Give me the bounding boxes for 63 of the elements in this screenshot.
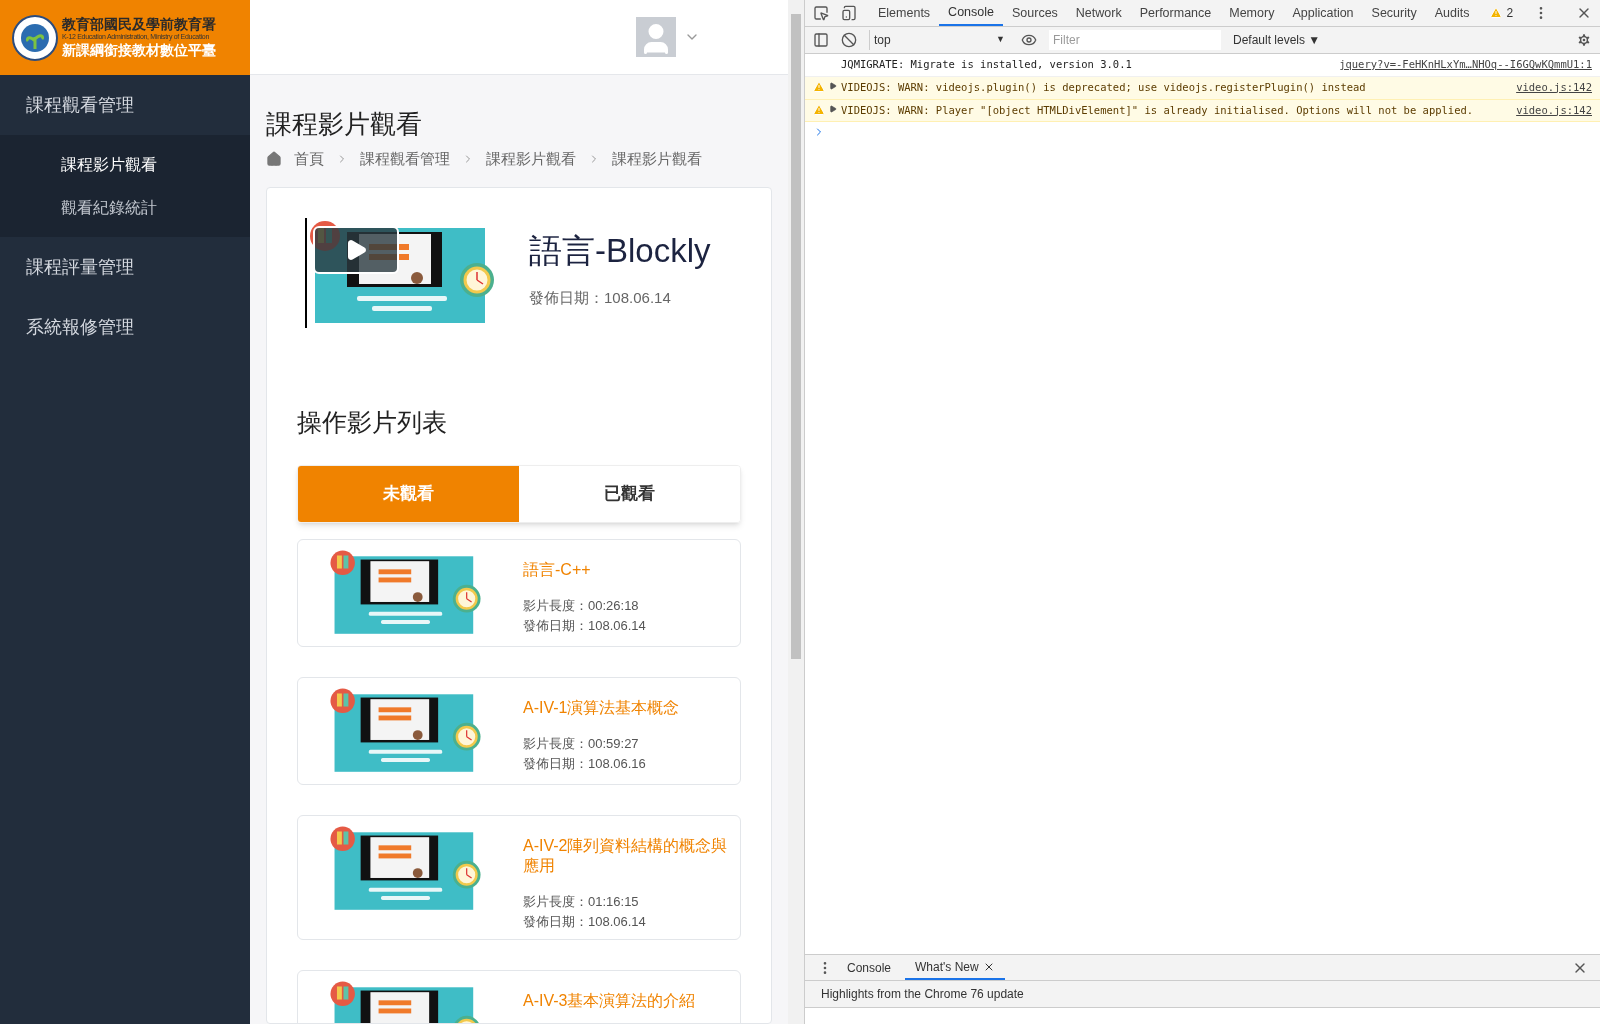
source-link[interactable]: video.js:142 (1516, 102, 1592, 119)
warning-icon (813, 80, 825, 93)
devtools-tab[interactable]: Network (1066, 0, 1131, 26)
video-title: 語言-Blockly (529, 230, 711, 271)
emblem-icon (12, 14, 58, 61)
devtools-tab[interactable]: Audits (1425, 0, 1479, 26)
device-icon[interactable] (841, 5, 857, 21)
settings-icon[interactable] (1576, 32, 1592, 48)
breadcrumb-link[interactable]: 課程影片觀看 (612, 148, 702, 171)
breadcrumb-link[interactable]: 首頁 (294, 148, 324, 171)
video-title: 語言-C++ (523, 560, 592, 580)
publish-date: 發佈日期：108.06.14 (523, 616, 646, 635)
video-item[interactable]: A-IV-1演算法基本概念 影片長度：00:59:27 發佈日期：108.06.16 (297, 677, 741, 785)
warning-count[interactable]: 2 (1506, 4, 1514, 22)
devtools-tab[interactable]: Memory (1220, 0, 1284, 26)
clear-icon[interactable] (841, 32, 857, 48)
scrollbar[interactable] (788, 0, 804, 1024)
inspect-icon[interactable] (813, 5, 829, 21)
sidebar-item[interactable]: 課程觀看管理 (0, 75, 250, 135)
devtools-tab[interactable]: Elements (869, 0, 940, 26)
source-link[interactable]: jquery?v=-FeHKnHLxYm…NHOq--I6GQwKQmmU1:1 (1339, 57, 1592, 73)
video-duration: 影片長度：01:16:15 (523, 893, 640, 911)
expand-icon[interactable] (829, 104, 837, 113)
publish-date: 發佈日期：108.06.16 (523, 754, 647, 773)
message-text: VIDEOJS: WARN: Player "[object HTMLDivElement]" is already initialised. Options will not be applied. (841, 102, 1475, 118)
filter-field[interactable]: Filter (1049, 30, 1221, 50)
sidebar-toggle-icon[interactable] (813, 32, 829, 48)
eye-icon[interactable] (1021, 32, 1037, 48)
tab[interactable]: 已觀看 (519, 466, 740, 522)
caret-icon: ▼ (996, 33, 1005, 47)
devtools-tab[interactable]: Application (1283, 0, 1363, 26)
context-select[interactable]: top ▼ (869, 30, 1009, 50)
sidebar-subitem[interactable]: 課程影片觀看 (0, 143, 250, 186)
message-text: VIDEOJS: WARN: videojs.plugin() is deprecated; use videojs.registerPlugin() instead (841, 79, 1367, 95)
devtools-tab[interactable]: Security (1362, 0, 1426, 26)
play-button[interactable] (313, 225, 399, 274)
source-link[interactable]: video.js:142 (1516, 79, 1592, 96)
warning-icon (813, 103, 825, 116)
whats-new-text: Highlights from the Chrome 76 update (821, 986, 1024, 1003)
video-title: A-IV-3基本演算法的介紹 (523, 991, 696, 1011)
publish-date: 發佈日期：108.06.14 (529, 288, 672, 308)
section-title: 操作影片列表 (297, 406, 448, 438)
devtools-tab[interactable]: Sources (1003, 0, 1067, 26)
sidebar-subitem[interactable]: 觀看紀錄統計 (0, 186, 250, 229)
publish-date: 發佈日期：108.06.14 (523, 912, 647, 931)
video-duration: 影片長度：00:26:18 (523, 597, 640, 615)
video-title: A-IV-2陣列資料結構的概念與應用 (523, 836, 728, 876)
video-title: A-IV-1演算法基本概念 (523, 698, 680, 718)
logo-title: 教育部國民及學前教育署 (62, 15, 216, 34)
devtools-tab[interactable]: Performance (1130, 0, 1221, 26)
logo-platform: 新課綱銜接教材數位平臺 (62, 41, 216, 60)
page-title: 課程影片觀看 (266, 108, 422, 141)
warning-icon (1490, 7, 1503, 19)
home-icon (266, 151, 282, 168)
breadcrumb-link[interactable]: 課程觀看管理 (360, 148, 450, 171)
expand-icon[interactable] (829, 81, 837, 90)
drawer-tab[interactable]: Console (837, 955, 902, 980)
message-text: JQMIGRATE: Migrate is installed, version 3.0.1 (841, 57, 1133, 72)
video-item[interactable]: 語言-C++ 影片長度：00:26:18 發佈日期：108.06.14 (297, 539, 741, 647)
breadcrumb-link[interactable]: 課程影片觀看 (486, 148, 576, 171)
video-duration: 影片長度：00:59:27 (523, 735, 640, 753)
video-item[interactable]: A-IV-2陣列資料結構的概念與應用 影片長度：01:16:15 發佈日期：108.06.14 (297, 815, 741, 940)
levels-dropdown[interactable]: Default levels ▼ (1233, 31, 1321, 49)
